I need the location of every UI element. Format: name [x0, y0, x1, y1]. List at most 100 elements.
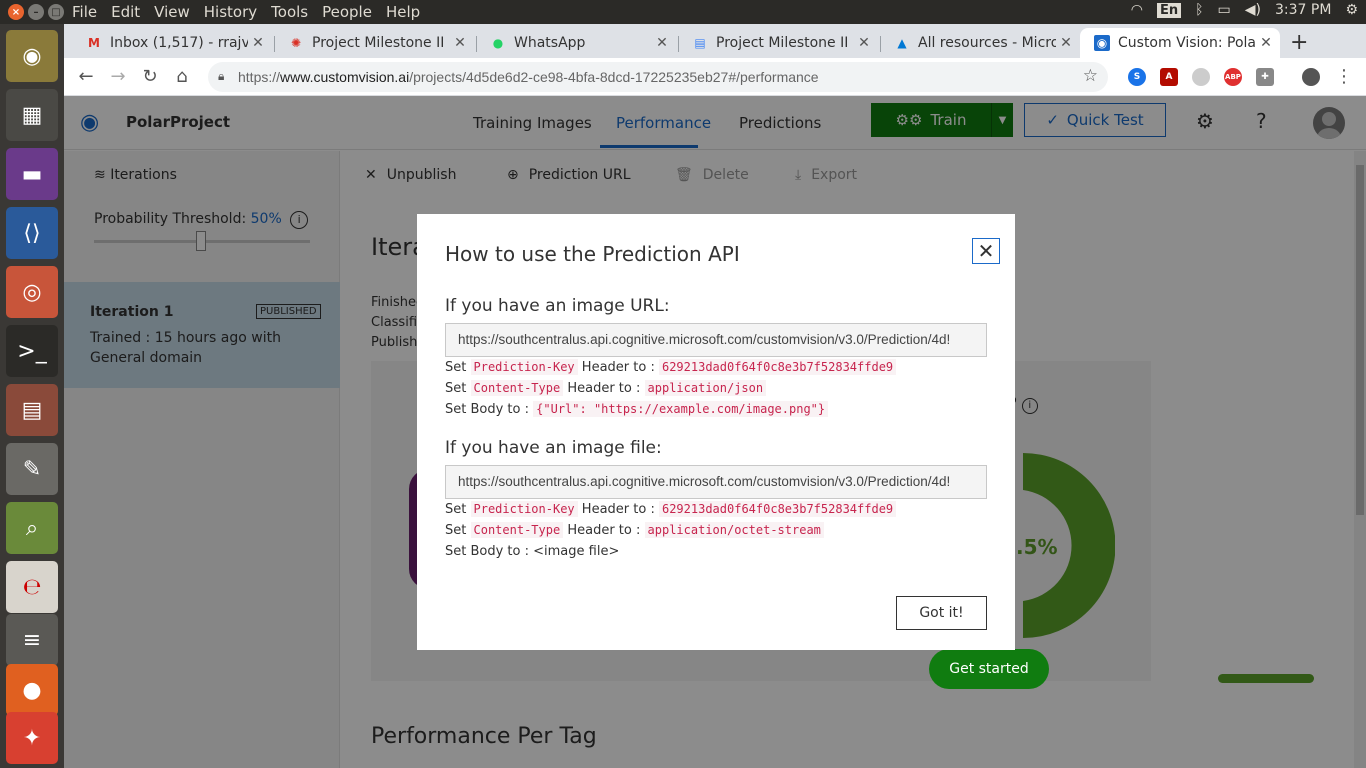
prediction-key-name: Prediction-Key [470, 501, 578, 517]
body-value: {"Url": "https://example.com/image.png"} [533, 401, 829, 417]
gmail-icon: M [88, 36, 100, 50]
whatsapp-icon: ● [492, 36, 504, 50]
set-text: Set [445, 360, 467, 375]
got-it-button[interactable]: Got it! [896, 596, 987, 630]
google-docs-icon: ▤ [694, 36, 706, 50]
prediction-key-value: 629213dad0f64f0c8e3b7f52834ffde9 [658, 501, 897, 517]
browser-menu-icon[interactable]: ⋮ [1332, 65, 1356, 89]
keyboard-language-indicator[interactable]: En [1157, 2, 1182, 18]
tab-azure[interactable]: ▲ All resources - Micro ✕ [880, 28, 1080, 58]
vscode-icon[interactable]: ⟨⟩ [6, 207, 58, 259]
url-scheme: https:// [238, 69, 281, 85]
content-type-value: application/octet-stream [644, 522, 824, 538]
home-icon[interactable]: ⌂ [170, 65, 194, 89]
tab-close-icon[interactable]: ✕ [248, 35, 268, 51]
content-type-value: application/json [644, 380, 767, 396]
system-tray: ◠ En ᛒ ▭ ◀) 3:37 PM ⚙ [1131, 2, 1358, 18]
tab-label: WhatsApp [514, 35, 586, 51]
set-text: Set [445, 381, 467, 396]
image-url-endpoint-field[interactable]: https://southcentralus.api.cognitive.mic… [445, 323, 987, 357]
tab-close-icon[interactable]: ✕ [1056, 35, 1076, 51]
url-prediction-key-line: Set Prediction-Key Header to : 629213dad… [445, 359, 897, 375]
header-to-text: Header to : [581, 360, 655, 375]
menu-help[interactable]: Help [386, 3, 420, 21]
header-to-text: Header to : [567, 381, 641, 396]
close-icon[interactable]: ✕ [972, 238, 1000, 264]
file-cabinet-icon[interactable]: ▤ [6, 384, 58, 436]
document-viewer-icon[interactable]: ℮ [6, 561, 58, 613]
clock[interactable]: 3:37 PM [1275, 2, 1331, 18]
tab-label: Project Milestone II [312, 35, 445, 51]
settings-gear-icon[interactable]: ⚙ [1345, 2, 1358, 18]
file-content-type-line: Set Content-Type Header to : application… [445, 522, 824, 538]
tab-close-icon[interactable]: ✕ [450, 35, 470, 51]
menu-people[interactable]: People [322, 3, 372, 21]
workspace-switcher-icon[interactable]: ▦ [6, 89, 58, 141]
menu-edit[interactable]: Edit [111, 3, 140, 21]
tab-project-milestone[interactable]: ✺ Project Milestone II ✕ [274, 28, 474, 58]
battery-icon[interactable]: ▭ [1218, 2, 1231, 18]
text-editor-icon[interactable]: ✎ [6, 443, 58, 495]
menu-view[interactable]: View [154, 3, 190, 21]
file-body-line: Set Body to : <image file> [445, 544, 620, 559]
file-prediction-key-line: Set Prediction-Key Header to : 629213dad… [445, 501, 897, 517]
firefox-icon[interactable]: ● [6, 664, 58, 716]
tab-whatsapp[interactable]: ● WhatsApp ✕ [476, 28, 676, 58]
get-started-button[interactable]: Get started [929, 649, 1049, 689]
wifi-icon[interactable]: ◠ [1131, 2, 1143, 18]
browser-window: M Inbox (1,517) - rrajva ✕ ✺ Project Mil… [64, 24, 1366, 768]
adblock-extension-icon[interactable]: ABP [1224, 68, 1242, 86]
profile-avatar-icon[interactable] [1302, 68, 1320, 86]
app-icon[interactable]: ✦ [6, 712, 58, 764]
extension-circle-icon[interactable] [1192, 68, 1210, 86]
address-bar[interactable]: 🔒︎ https://www.customvision.ai/projects/… [208, 62, 1108, 92]
custom-vision-page: ◉ PolarProject Training Images Performan… [64, 96, 1366, 768]
custom-vision-icon: ◉ [1094, 35, 1110, 51]
set-body-text: Set Body to : [445, 402, 529, 417]
puzzle-extension-icon[interactable]: ✚ [1256, 68, 1274, 86]
menu-file[interactable]: File [72, 3, 97, 21]
set-text: Set [445, 523, 467, 538]
tab-close-icon[interactable]: ✕ [1256, 35, 1276, 51]
pdf-extension-icon[interactable]: A [1160, 68, 1178, 86]
forward-icon[interactable]: → [106, 65, 130, 89]
window-close-button[interactable]: × [8, 4, 24, 20]
dialog-title: How to use the Prediction API [445, 242, 740, 266]
content-type-name: Content-Type [470, 380, 564, 396]
tab-strip: M Inbox (1,517) - rrajva ✕ ✺ Project Mil… [64, 24, 1366, 58]
tab-label: All resources - Micro [918, 35, 1056, 51]
set-text: Set [445, 502, 467, 517]
system-top-bar: × – □ File Edit View History Tools Peopl… [0, 0, 1366, 24]
tab-custom-vision[interactable]: ◉ Custom Vision: Pola ✕ [1080, 28, 1280, 58]
bookmark-star-icon[interactable]: ☆ [1083, 66, 1098, 86]
terminal-icon[interactable]: >_ [6, 325, 58, 377]
url-content-type-line: Set Content-Type Header to : application… [445, 380, 767, 396]
search-tool-icon[interactable]: ⌕ [6, 502, 58, 554]
tab-close-icon[interactable]: ✕ [854, 35, 874, 51]
image-file-endpoint-field[interactable]: https://southcentralus.api.cognitive.mic… [445, 465, 987, 499]
prediction-key-name: Prediction-Key [470, 359, 578, 375]
lock-icon: 🔒︎ [218, 69, 225, 83]
bluetooth-icon[interactable]: ᛒ [1195, 2, 1203, 18]
app-window-icon[interactable]: ▬ [6, 148, 58, 200]
prediction-api-dialog: How to use the Prediction API ✕ If you h… [417, 214, 1015, 650]
ubuntu-dash-icon[interactable]: ◉ [6, 30, 58, 82]
tab-label: Custom Vision: Pola [1118, 35, 1256, 51]
reload-icon[interactable]: ↻ [138, 65, 162, 89]
window-maximize-button[interactable]: □ [48, 4, 64, 20]
menu-tools[interactable]: Tools [271, 3, 308, 21]
back-icon[interactable]: ← [74, 65, 98, 89]
stacked-apps-icon[interactable]: ≡ [6, 614, 58, 666]
azure-icon: ▲ [897, 36, 907, 50]
skype-extension-icon[interactable]: S [1128, 68, 1146, 86]
tab-gmail[interactable]: M Inbox (1,517) - rrajva ✕ [72, 28, 272, 58]
tab-google-doc[interactable]: ▤ Project Milestone II ✕ [678, 28, 878, 58]
chrome-icon[interactable]: ◎ [6, 266, 58, 318]
ubuntu-launcher: ◉ ▦ ▬ ⟨⟩ ◎ >_ ▤ ✎ ⌕ ℮ ≡ ● ✦ [0, 24, 64, 768]
menu-history[interactable]: History [204, 3, 257, 21]
prediction-key-value: 629213dad0f64f0c8e3b7f52834ffde9 [658, 359, 897, 375]
new-tab-button[interactable]: + [1290, 30, 1308, 55]
window-minimize-button[interactable]: – [28, 4, 44, 20]
tab-close-icon[interactable]: ✕ [652, 35, 672, 51]
volume-icon[interactable]: ◀) [1245, 2, 1261, 18]
